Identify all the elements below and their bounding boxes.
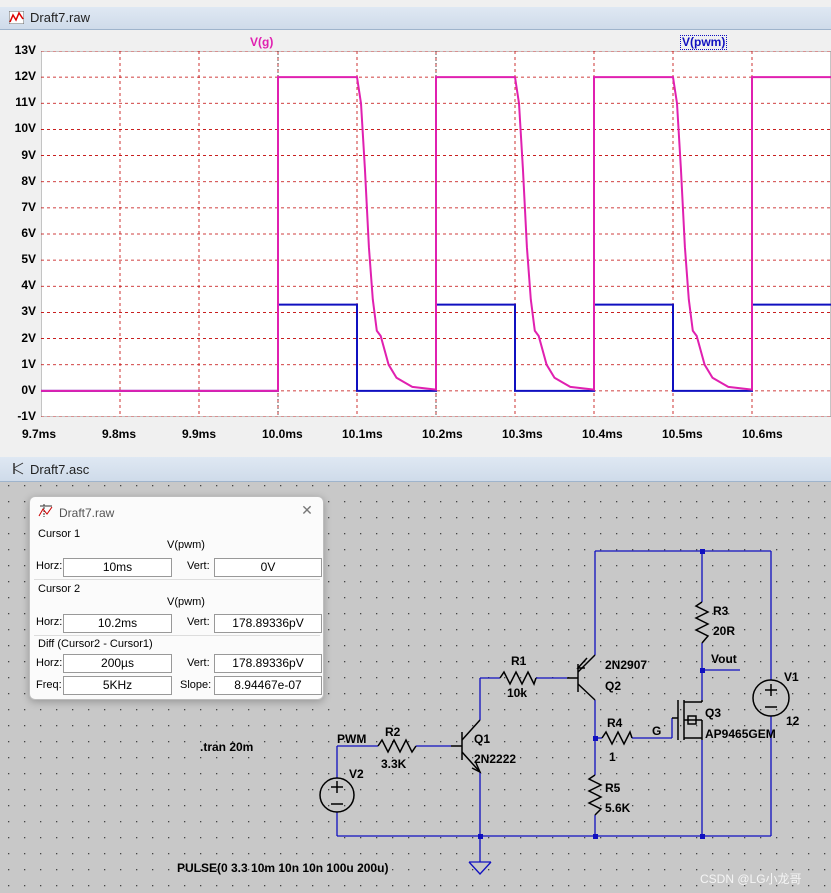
trace-label-vg[interactable]: V(g) — [250, 35, 273, 49]
waveform-plot[interactable] — [41, 51, 831, 417]
diff-horz-field[interactable]: 200µs — [63, 654, 172, 673]
cursor2-vert-label: Vert: — [187, 616, 210, 628]
y-tick-label: 4V — [21, 278, 36, 293]
schematic-title: Draft7.asc — [30, 462, 90, 477]
diff-label: Diff (Cursor2 - Cursor1) — [38, 638, 153, 650]
y-tick-label: 7V — [21, 199, 36, 214]
x-tick-label: 10.6ms — [742, 427, 783, 441]
diff-freq-label: Freq: — [36, 679, 62, 691]
y-tick-label: 5V — [21, 252, 36, 267]
cursor1-vert-label: Vert: — [187, 560, 210, 572]
watermark: CSDN @LG小龙哥 — [700, 872, 802, 886]
r4-value: 1 — [609, 750, 616, 764]
q1-value: 2N2222 — [474, 752, 517, 766]
y-tick-label: 12V — [14, 69, 36, 84]
y-tick-label: 9V — [21, 147, 36, 162]
y-tick-label: 10V — [14, 121, 36, 136]
v2-name: V2 — [349, 767, 364, 781]
r3-name: R3 — [713, 604, 729, 618]
x-tick-label: 10.0ms — [262, 427, 303, 441]
y-tick-label: 0V — [21, 382, 36, 397]
cursor2-divider — [34, 579, 320, 580]
cursor1-vert-field[interactable]: 0V — [214, 558, 322, 577]
y-tick-label: 6V — [21, 226, 36, 240]
transistor-icon — [13, 462, 24, 475]
cursor2-vert-field[interactable]: 178.89336pV — [214, 614, 322, 633]
v1-value: 12 — [786, 714, 800, 728]
r3-value: 20R — [713, 624, 736, 638]
cursor2-trace: V(pwm) — [167, 596, 205, 608]
r2-value: 3.3K — [381, 757, 407, 771]
waveform-window: Draft7.raw 13V 12V 11V 10V 9V 8V 7V 6V 5V 4V 3V 2V 1… — [0, 7, 831, 447]
y-tick-label: 11V — [15, 95, 36, 110]
r1-value: 10k — [507, 686, 528, 700]
y-tick-label: 2V — [21, 330, 36, 345]
waveform-title: Draft7.raw — [30, 10, 90, 25]
cursor1-horz-field[interactable]: 10ms — [63, 558, 172, 577]
cursor1-horz-label: Horz: — [36, 560, 63, 572]
x-tick-label: 9.8ms — [102, 427, 137, 441]
x-tick-label: 10.1ms — [342, 427, 383, 441]
q3-name: Q3 — [705, 706, 722, 720]
waveform-titlebar[interactable]: Draft7.raw — [0, 7, 831, 30]
y-tick-label: 3V — [21, 304, 36, 319]
x-tick-label: 10.3ms — [502, 427, 543, 441]
cursor1-trace: V(pwm) — [167, 539, 205, 551]
diff-horz-label: Horz: — [36, 657, 63, 669]
r1-name: R1 — [511, 654, 527, 668]
cursor2-label: Cursor 2 — [38, 583, 81, 595]
net-label-vout: Vout — [711, 652, 737, 666]
cursor-dialog: Draft7.raw ✕ Cursor 1 V(pwm) Horz: 10ms … — [29, 496, 324, 700]
trace-label-vpwm[interactable]: V(pwm) — [680, 35, 728, 50]
cursor1-label: Cursor 1 — [38, 528, 81, 540]
y-tick-label: 13V — [14, 43, 36, 57]
waveform-icon — [9, 11, 24, 24]
cursor2-horz-label: Horz: — [36, 616, 63, 628]
r5-value: 5.6K — [605, 801, 631, 815]
y-tick-label: 1V — [21, 356, 36, 371]
net-label-pwm: PWM — [337, 732, 367, 746]
q2-name: Q2 — [605, 679, 622, 693]
y-tick-label: -1V — [17, 409, 36, 423]
x-tick-label: 10.5ms — [662, 427, 703, 441]
cursor-icon — [38, 504, 53, 517]
q3-value: AP9465GEM — [705, 727, 776, 741]
diff-freq-field[interactable]: 5KHz — [63, 676, 172, 695]
cursor2-horz-field[interactable]: 10.2ms — [63, 614, 172, 633]
cursor-dialog-title: Draft7.raw — [59, 506, 115, 520]
x-tick-label: 10.2ms — [422, 427, 463, 441]
x-tick-label: 9.9ms — [182, 427, 217, 441]
diff-vert-label: Vert: — [187, 657, 210, 669]
schematic-titlebar[interactable]: Draft7.asc — [0, 457, 831, 482]
close-icon[interactable]: ✕ — [299, 502, 315, 518]
x-tick-label: 9.7ms — [22, 427, 57, 441]
r4-name: R4 — [607, 716, 623, 730]
pulse-directive[interactable]: PULSE(0 3.3 10m 10n 10n 100u 200u) — [177, 861, 388, 875]
r2-name: R2 — [385, 725, 401, 739]
x-tick-label: 10.4ms — [582, 427, 623, 441]
diff-slope-field[interactable]: 8.94467e-07 — [214, 676, 322, 695]
diff-divider — [34, 635, 320, 636]
tran-directive[interactable]: .tran 20m — [200, 740, 253, 754]
q1-name: Q1 — [474, 732, 491, 746]
y-tick-label: 8V — [21, 173, 36, 188]
r5-name: R5 — [605, 781, 621, 795]
diff-vert-field[interactable]: 178.89336pV — [214, 654, 322, 673]
v1-name: V1 — [784, 670, 799, 684]
diff-slope-label: Slope: — [180, 679, 212, 691]
q2-value: 2N2907 — [605, 658, 648, 672]
net-label-g: G — [652, 724, 662, 738]
